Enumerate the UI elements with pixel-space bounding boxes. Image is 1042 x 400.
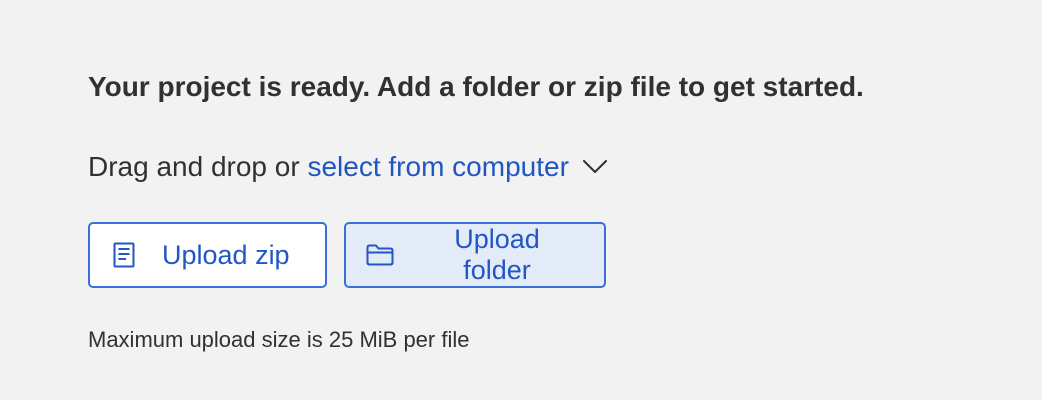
select-from-computer-link[interactable]: select from computer (307, 148, 568, 186)
folder-icon (366, 244, 394, 266)
upload-zip-label: Upload zip (162, 239, 290, 270)
upload-folder-button[interactable]: Upload folder (344, 222, 606, 288)
document-icon (110, 242, 138, 268)
upload-buttons: Upload zip Upload folder (88, 222, 606, 288)
chevron-down-icon[interactable] (582, 160, 607, 174)
drag-drop-prompt: Drag and drop or select from computer (88, 148, 607, 186)
upload-zip-button[interactable]: Upload zip (88, 222, 327, 288)
upload-folder-label: Upload folder (454, 224, 540, 285)
page-headline: Your project is ready. Add a folder or z… (88, 71, 864, 102)
drag-drop-text: Drag and drop or (88, 151, 300, 182)
max-upload-size-note: Maximum upload size is 25 MiB per file (88, 327, 470, 352)
